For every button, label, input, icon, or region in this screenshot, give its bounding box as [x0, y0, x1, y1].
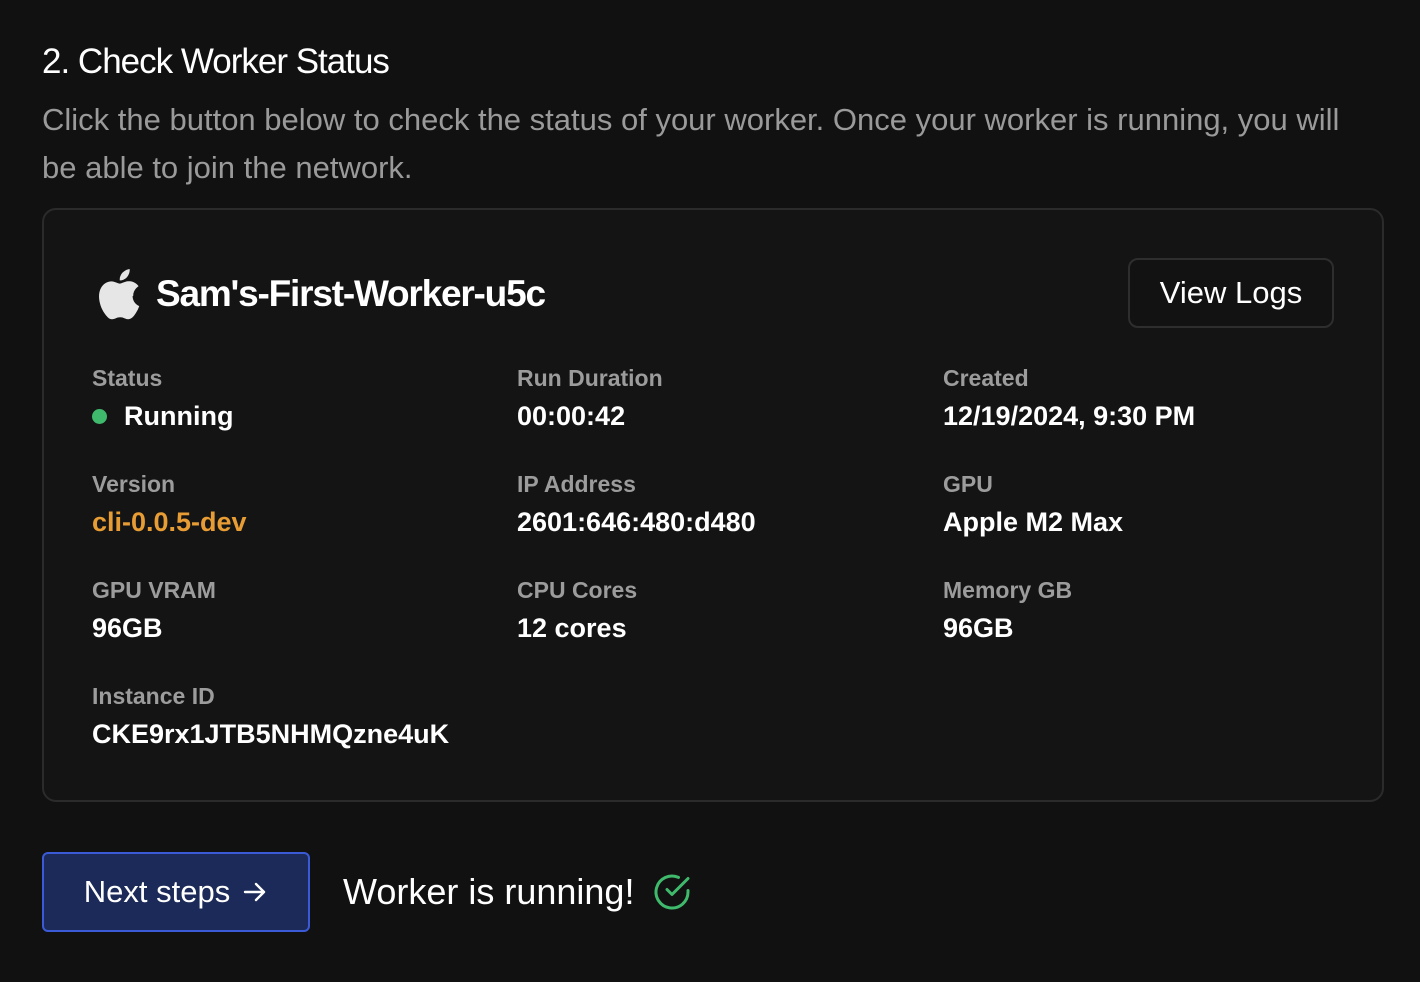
worker-name: Sam's-First-Worker-u5c: [156, 273, 546, 314]
field-value: 96GB: [92, 613, 163, 643]
next-steps-button[interactable]: Next steps: [42, 852, 310, 932]
worker-card: Sam's-First-Worker-u5c View Logs Status …: [42, 208, 1384, 802]
apple-icon: [92, 264, 142, 324]
field-memory-gb: Memory GB 96GB: [943, 572, 1072, 648]
worker-running-message: Worker is running!: [343, 866, 692, 918]
field-label: CPU Cores: [517, 577, 638, 603]
worker-status-page: 2. Check Worker Status Click the button …: [0, 0, 1420, 982]
field-label: Created: [943, 365, 1029, 391]
view-logs-button[interactable]: View Logs: [1128, 258, 1334, 328]
section-title: 2. Check Worker Status: [42, 42, 390, 81]
field-label: IP Address: [517, 471, 636, 497]
field-created: Created 12/19/2024, 9:30 PM: [943, 360, 1195, 436]
field-cpu-cores: CPU Cores 12 cores: [517, 572, 637, 648]
field-label: Memory GB: [943, 577, 1073, 603]
field-gpu-vram: GPU VRAM 96GB: [92, 572, 216, 648]
field-gpu: GPU Apple M2 Max: [943, 466, 1123, 542]
field-value: 2601:646:480:d480: [517, 507, 756, 537]
check-circle-icon: [652, 872, 692, 912]
arrow-right-icon: [242, 879, 268, 905]
field-label: GPU: [943, 471, 993, 497]
field-ip-address: IP Address 2601:646:480:d480: [517, 466, 756, 542]
field-instance-id: Instance ID CKE9rx1JTB5NHMQzne4uK: [92, 678, 449, 754]
field-label: Status: [92, 365, 163, 391]
next-steps-label: Next steps: [83, 874, 231, 909]
version-value: cli-0.0.5-dev: [92, 507, 247, 537]
field-value: CKE9rx1JTB5NHMQzne4uK: [92, 719, 450, 749]
field-status: Status Running: [92, 360, 233, 436]
field-label: GPU VRAM: [92, 577, 216, 603]
worker-header: Sam's-First-Worker-u5c: [92, 264, 546, 324]
field-value: Apple M2 Max: [943, 507, 1124, 537]
field-value: 00:00:42: [517, 401, 626, 431]
field-value: 12 cores: [517, 613, 627, 643]
running-status-text: Worker is running!: [343, 871, 635, 912]
field-run-duration: Run Duration 00:00:42: [517, 360, 663, 436]
section-description: Click the button below to check the stat…: [42, 102, 1340, 185]
field-label: Run Duration: [517, 365, 663, 391]
field-value: Running: [92, 396, 233, 436]
field-label: Version: [92, 471, 176, 497]
field-label: Instance ID: [92, 683, 215, 709]
field-value: 12/19/2024, 9:30 PM: [943, 401, 1196, 431]
status-indicator-dot: [92, 408, 107, 424]
status-value: Running: [124, 401, 234, 431]
field-version: Version cli-0.0.5-dev: [92, 466, 247, 542]
field-value: 96GB: [943, 613, 1014, 643]
